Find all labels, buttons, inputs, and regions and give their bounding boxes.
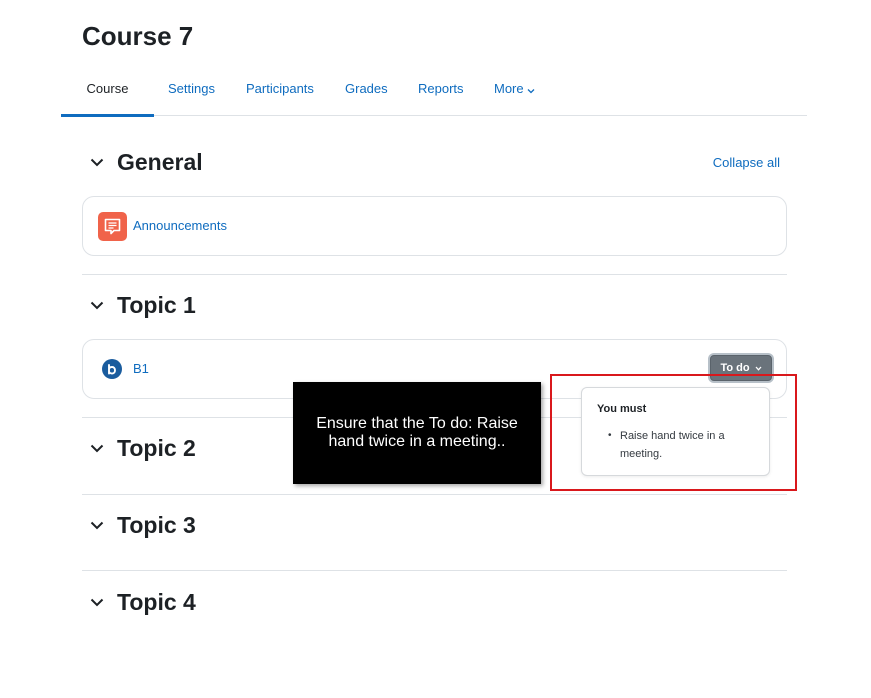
chevron-down-icon[interactable] <box>88 296 106 314</box>
activity-card: Announcements <box>82 196 787 256</box>
tab-label: Course <box>86 81 129 96</box>
chevron-down-icon <box>755 366 762 371</box>
completion-popover: You must Raise hand twice in a meeting. <box>581 387 770 476</box>
section-topic-4-header[interactable]: Topic 4 <box>88 587 196 617</box>
section-topic-2-header[interactable]: Topic 2 <box>88 433 196 463</box>
section-title: Topic 3 <box>117 512 196 538</box>
activity-link-announcements[interactable]: Announcements <box>133 218 227 233</box>
chevron-down-icon[interactable] <box>88 153 106 171</box>
section-title: Topic 1 <box>117 292 196 318</box>
tab-settings[interactable]: Settings <box>168 70 215 116</box>
chevron-down-icon[interactable] <box>88 439 106 457</box>
section-divider <box>82 570 787 571</box>
tab-label: More <box>494 81 524 96</box>
section-topic-1-header[interactable]: Topic 1 <box>88 290 196 320</box>
tab-grades[interactable]: Grades <box>345 70 388 116</box>
tab-course[interactable]: Course <box>61 70 154 117</box>
popover-heading: You must <box>597 403 647 415</box>
page-title: Course 7 <box>82 21 194 51</box>
chevron-down-icon[interactable] <box>88 516 106 534</box>
forum-icon <box>98 212 127 241</box>
section-divider <box>82 494 787 495</box>
section-divider <box>82 274 787 275</box>
collapse-all-link[interactable]: Collapse all <box>713 155 780 170</box>
section-general-header[interactable]: General <box>88 147 203 177</box>
section-title: Topic 4 <box>117 589 196 615</box>
activity-link-b1[interactable]: B1 <box>133 361 149 376</box>
tab-more[interactable]: More <box>494 70 535 116</box>
tab-label: Grades <box>345 81 388 96</box>
tab-label: Participants <box>246 81 314 96</box>
bigbluebutton-icon <box>102 359 122 379</box>
instruction-tooltip: Ensure that the To do: Raise hand twice … <box>293 382 541 484</box>
tab-label: Settings <box>168 81 215 96</box>
chevron-down-icon <box>527 71 535 108</box>
section-title: Topic 2 <box>117 435 196 461</box>
section-title: General <box>117 149 203 175</box>
completion-requirements-list: Raise hand twice in a meeting. <box>597 427 757 463</box>
tab-label: Reports <box>418 81 464 96</box>
tab-reports[interactable]: Reports <box>418 70 464 116</box>
instruction-text: Ensure that the To do: Raise hand twice … <box>316 415 518 450</box>
course-navigation: Course Settings Participants Grades Repo… <box>61 70 807 117</box>
chevron-down-icon[interactable] <box>88 593 106 611</box>
tab-participants[interactable]: Participants <box>246 70 314 116</box>
todo-label: To do <box>720 362 750 374</box>
section-topic-3-header[interactable]: Topic 3 <box>88 510 196 540</box>
list-item: Raise hand twice in a meeting. <box>597 427 757 463</box>
